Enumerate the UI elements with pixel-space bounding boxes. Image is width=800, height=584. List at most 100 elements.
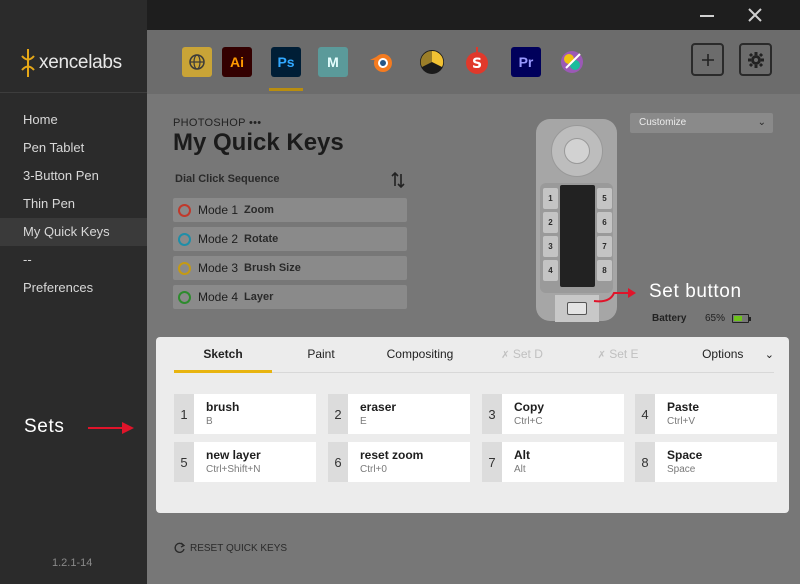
app-substance[interactable]: S: [462, 47, 492, 77]
quick-key-number: 2: [328, 394, 348, 434]
brand-name: xencelabs: [39, 52, 122, 73]
quick-key-1[interactable]: 1 brush B: [174, 394, 316, 434]
quick-key-5[interactable]: 5 new layer Ctrl+Shift+N: [174, 442, 316, 482]
sidebar-item-preferences[interactable]: Preferences: [0, 274, 147, 302]
mode-color-indicator: [178, 290, 191, 304]
add-button[interactable]: [691, 43, 724, 76]
tab-sketch[interactable]: Sketch: [174, 337, 272, 373]
sidebar-item-my-quick-keys[interactable]: My Quick Keys: [0, 218, 147, 246]
set-button-arrow: [593, 288, 636, 303]
dial-mode-4[interactable]: Mode 4 Layer: [173, 285, 407, 309]
device-key-1[interactable]: 1: [543, 188, 558, 209]
quick-key-name: Space: [667, 448, 703, 462]
quick-key-name: reset zoom: [360, 448, 424, 462]
app-krita[interactable]: [557, 47, 587, 77]
device-keys-frame: 1 2 3 4 5 6 7 8: [540, 183, 613, 293]
dial-mode-2[interactable]: Mode 2 Rotate: [173, 227, 407, 251]
device-key-2[interactable]: 2: [543, 212, 558, 233]
dial-sequence-label: Dial Click Sequence: [175, 173, 280, 185]
title-bar: [147, 0, 800, 30]
device-key-3[interactable]: 3: [543, 236, 558, 257]
customize-dropdown[interactable]: Customize ⌄: [630, 113, 773, 133]
app-photoshop[interactable]: Ps: [271, 47, 301, 77]
swap-arrows-icon: [391, 171, 405, 189]
quick-key-number: 3: [482, 394, 502, 434]
options-label: Options: [702, 347, 744, 361]
chevron-down-icon: ⌄: [764, 349, 774, 361]
quick-key-shortcut: Ctrl+V: [667, 416, 696, 427]
quick-key-number: 4: [635, 394, 655, 434]
app-nuke[interactable]: [417, 47, 447, 77]
quick-key-shortcut: E: [360, 416, 367, 427]
device-key-5[interactable]: 5: [597, 188, 612, 209]
app-illustrator[interactable]: Ai: [222, 47, 252, 77]
sidebar-item-separator[interactable]: --: [0, 246, 147, 274]
tab-set-e[interactable]: ✗ Set E: [590, 337, 646, 373]
quick-key-number: 7: [482, 442, 502, 482]
quick-key-7[interactable]: 7 Alt Alt: [482, 442, 624, 482]
app-maya[interactable]: M: [318, 47, 348, 77]
device-key-8[interactable]: 8: [597, 260, 612, 281]
device-key-4[interactable]: 4: [543, 260, 558, 281]
brand-logo: xencelabs: [20, 48, 122, 78]
quick-key-shortcut: Space: [667, 464, 696, 475]
close-button[interactable]: [745, 5, 765, 25]
tab-compositing[interactable]: Compositing: [374, 337, 466, 373]
battery-nub: [749, 317, 751, 321]
customize-label: Customize: [639, 117, 687, 128]
mode-function: Rotate: [244, 233, 279, 245]
tab-set-d[interactable]: ✗ Set D: [494, 337, 550, 373]
device-key-7[interactable]: 7: [597, 236, 612, 257]
quick-key-4[interactable]: 4 Paste Ctrl+V: [635, 394, 777, 434]
quick-key-name: Paste: [667, 400, 700, 414]
app-blender[interactable]: [367, 47, 397, 77]
sidebar: xencelabs Home Pen Tablet 3-Button Pen T…: [0, 0, 147, 584]
app-bar: Ai Ps M S Pr: [147, 30, 800, 94]
quick-key-6[interactable]: 6 reset zoom Ctrl+0: [328, 442, 470, 482]
dial-ring[interactable]: [551, 125, 603, 177]
reorder-button[interactable]: [389, 171, 407, 189]
options-dropdown[interactable]: Options ⌄: [702, 337, 774, 373]
dial-mode-1[interactable]: Mode 1 Zoom: [173, 198, 407, 222]
svg-text:S: S: [472, 56, 482, 72]
gear-icon: [747, 51, 764, 68]
minimize-button[interactable]: [697, 5, 717, 25]
plus-icon: [701, 53, 714, 66]
settings-button[interactable]: [739, 43, 772, 76]
sets-tabs: Sketch Paint Compositing ✗ Set D ✗ Set E…: [174, 337, 774, 373]
mode-color-indicator: [178, 261, 191, 275]
quick-key-shortcut: Ctrl+Shift+N: [206, 464, 261, 475]
tab-label: Set D: [512, 347, 543, 361]
dial-mode-3[interactable]: Mode 3 Brush Size: [173, 256, 407, 280]
tab-paint[interactable]: Paint: [292, 337, 350, 373]
tab-label: Set E: [609, 347, 639, 361]
quick-key-number: 6: [328, 442, 348, 482]
quick-key-8[interactable]: 8 Space Space: [635, 442, 777, 482]
sidebar-item-3-button-pen[interactable]: 3-Button Pen: [0, 162, 147, 190]
reset-icon: [174, 542, 186, 553]
reset-label: RESET QUICK KEYS: [190, 543, 288, 554]
reset-quick-keys-button[interactable]: RESET QUICK KEYS: [173, 542, 287, 555]
mode-color-indicator: [178, 232, 191, 246]
nuke-icon: [420, 50, 444, 74]
active-app-indicator: [269, 88, 303, 91]
minimize-icon: [700, 15, 714, 17]
quick-key-2[interactable]: 2 eraser E: [328, 394, 470, 434]
quick-key-name: Copy: [514, 400, 544, 414]
sidebar-item-thin-pen[interactable]: Thin Pen: [0, 190, 147, 218]
quick-key-name: brush: [206, 400, 240, 414]
battery-level-fill: [734, 316, 743, 321]
quick-key-shortcut: Ctrl+C: [514, 416, 543, 427]
sidebar-item-home[interactable]: Home: [0, 106, 147, 134]
sidebar-item-pen-tablet[interactable]: Pen Tablet: [0, 134, 147, 162]
device-key-6[interactable]: 6: [597, 212, 612, 233]
krita-icon: [561, 51, 583, 73]
app-premiere[interactable]: Pr: [511, 47, 541, 77]
mode-function: Brush Size: [244, 262, 301, 274]
app-globe[interactable]: [182, 47, 212, 77]
quick-key-number: 5: [174, 442, 194, 482]
sidebar-nav: Home Pen Tablet 3-Button Pen Thin Pen My…: [0, 106, 147, 302]
battery-label: Battery: [652, 313, 687, 324]
dial-center-button[interactable]: [564, 138, 590, 164]
quick-key-3[interactable]: 3 Copy Ctrl+C: [482, 394, 624, 434]
